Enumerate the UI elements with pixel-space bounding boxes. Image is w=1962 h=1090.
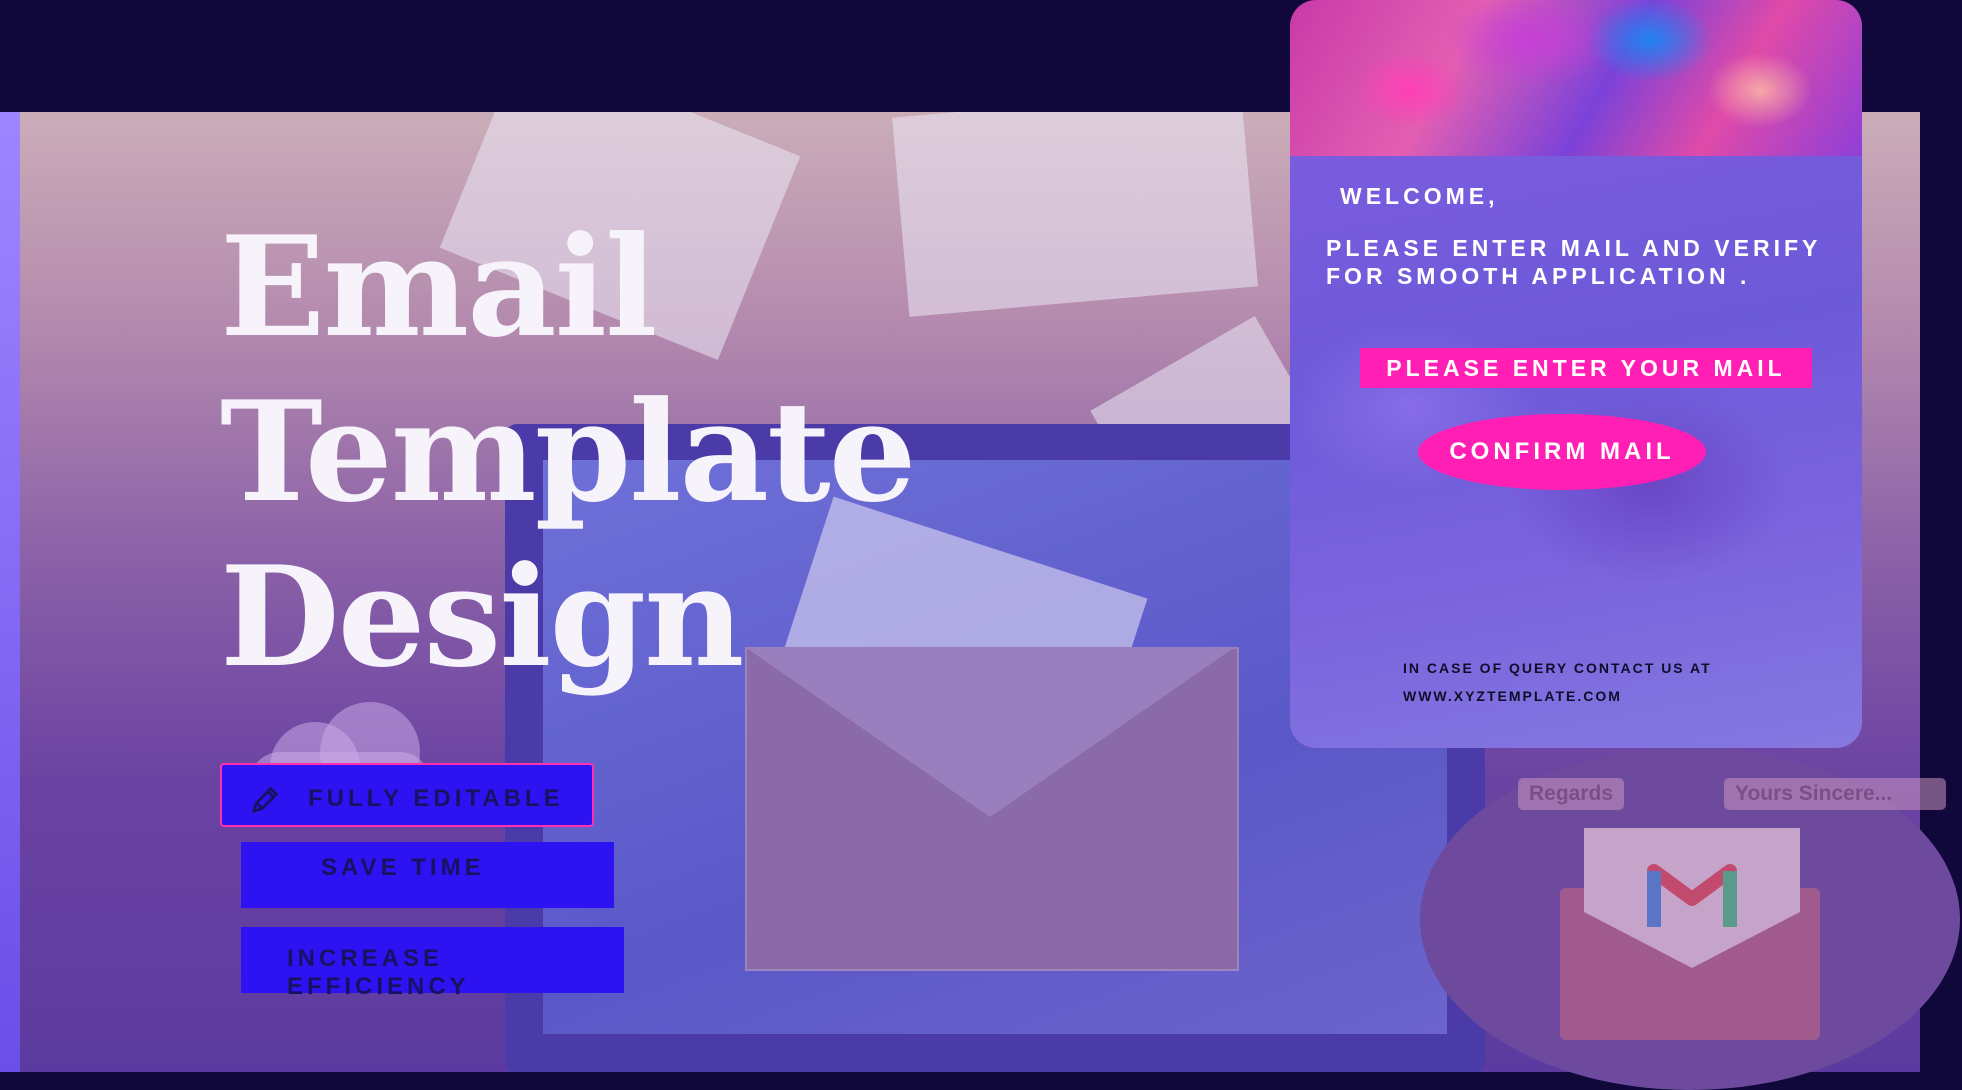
- save-time-label: SAVE TIME: [321, 854, 485, 881]
- left-accent-strip: [0, 112, 20, 1072]
- yours-sincerely-tag: Yours Sincere...: [1724, 778, 1946, 810]
- fully-editable-button[interactable]: FULLY EDITABLE: [220, 763, 594, 827]
- contact-text-line-1: IN CASE OF QUERY CONTACT US AT: [1403, 660, 1712, 676]
- save-time-button[interactable]: SAVE TIME: [241, 842, 614, 908]
- email-input[interactable]: [1360, 348, 1812, 388]
- welcome-text: WELCOME,: [1340, 183, 1499, 209]
- increase-efficiency-label: INCREASE EFFICIENCY: [287, 945, 470, 1000]
- background-envelope: [892, 112, 1258, 317]
- title-line-3: Design: [220, 535, 744, 698]
- contact-url[interactable]: WWW.XYZTEMPLATE.COM: [1403, 688, 1622, 704]
- title-line-2: Template: [220, 370, 917, 533]
- increase-efficiency-button[interactable]: INCREASE EFFICIENCY: [241, 927, 624, 1000]
- title-line-1: Email: [220, 205, 657, 368]
- gmail-icon: [1647, 864, 1737, 927]
- pencil-icon: [252, 787, 278, 813]
- confirm-mail-button[interactable]: CONFIRM MAIL: [1418, 414, 1706, 490]
- regards-tag: Regards: [1518, 778, 1625, 810]
- instruction-line-1: PLEASE ENTER MAIL AND VERIFY: [1326, 235, 1822, 261]
- instruction-line-2: FOR SMOOTH APPLICATION .: [1326, 263, 1751, 289]
- marble-header-image: [1290, 0, 1862, 156]
- fully-editable-label: FULLY EDITABLE: [308, 785, 564, 812]
